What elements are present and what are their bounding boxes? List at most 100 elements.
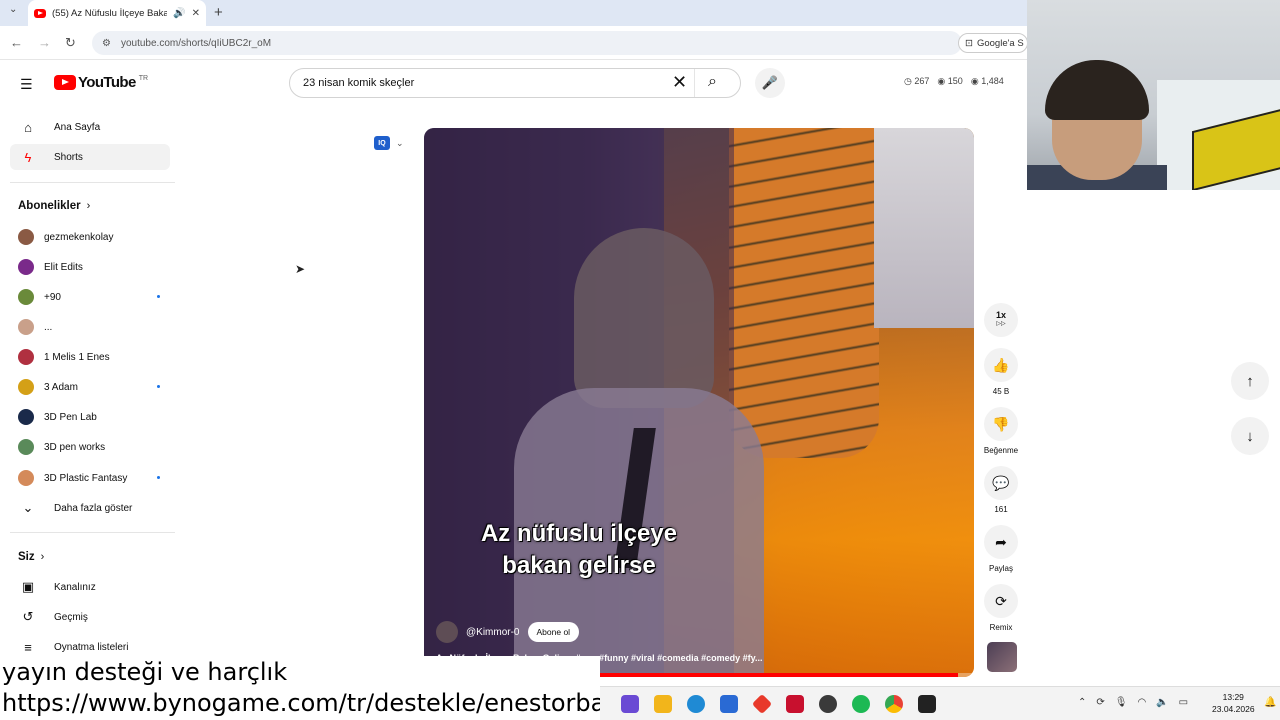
- extension-badge[interactable]: IQ ⌄: [374, 136, 404, 150]
- mcafee-icon[interactable]: [786, 695, 804, 713]
- lens-label: Google'a S: [976, 37, 1024, 49]
- comment-count: 161: [994, 505, 1008, 514]
- app-diamond-icon[interactable]: [751, 693, 773, 715]
- channel-name[interactable]: @Kimmor-0: [466, 627, 520, 638]
- forward-icon[interactable]: →: [38, 35, 51, 50]
- share-button[interactable]: ➦ Paylaş: [983, 525, 1019, 573]
- avatar: [18, 349, 34, 365]
- subscription-item[interactable]: 3D pen works: [10, 435, 170, 459]
- remix-button[interactable]: ⟳ Remix: [983, 584, 1019, 632]
- lens-icon: ⊡: [965, 37, 973, 49]
- like-button[interactable]: 👍 45 B: [983, 348, 1019, 396]
- mouse-cursor-icon: ➤: [295, 262, 306, 276]
- share-label: Paylaş: [988, 564, 1013, 573]
- channel-info: @Kimmor-0 Abone ol: [436, 621, 580, 643]
- sidebar-item-shorts[interactable]: ϟ Shorts: [10, 144, 170, 170]
- epic-games-icon[interactable]: [918, 695, 936, 713]
- store-icon[interactable]: [720, 695, 738, 713]
- search-divider: [694, 69, 695, 97]
- comment-icon: 💬: [984, 466, 1018, 500]
- chevron-right-icon: ›: [86, 200, 91, 212]
- tab-search-icon[interactable]: ⌄: [9, 4, 17, 15]
- subscription-item[interactable]: ...: [10, 315, 170, 339]
- subscription-item[interactable]: Elit Edits: [10, 255, 170, 279]
- subscription-item[interactable]: +90: [10, 285, 170, 309]
- subscription-item[interactable]: 3D Pen Lab: [10, 405, 170, 429]
- dislike-button[interactable]: 👎 Beğenme: [983, 407, 1019, 455]
- donation-text: yayın desteği ve harçlık: [2, 658, 288, 686]
- stat-1: ◷ 267: [904, 76, 930, 86]
- teams-icon[interactable]: [621, 695, 639, 713]
- search-icon[interactable]: ⌕: [708, 73, 717, 91]
- next-short-button[interactable]: ↓: [1231, 417, 1269, 455]
- comments-button[interactable]: 💬 161: [983, 466, 1019, 514]
- search-input[interactable]: 23 nisan komik skeçler ✕ ⌕: [289, 68, 741, 98]
- tab-close-icon[interactable]: ✕: [192, 8, 200, 19]
- edge-icon[interactable]: [687, 695, 705, 713]
- clear-search-icon[interactable]: ✕: [672, 72, 687, 93]
- channel-avatar[interactable]: [436, 621, 458, 643]
- menu-icon[interactable]: ☰: [20, 76, 33, 93]
- home-icon: ⌂: [24, 119, 32, 135]
- new-content-dot: [157, 385, 160, 388]
- iq-extension-icon: IQ: [374, 136, 390, 150]
- eye-icon: ◉: [937, 76, 946, 86]
- stat-2: ◉ 150: [937, 76, 963, 86]
- webcam-overlay: [1027, 0, 1280, 190]
- microphone-icon[interactable]: 🎙: [1115, 697, 1128, 708]
- thumbs-up-icon: 👍: [984, 348, 1018, 382]
- site-info-icon[interactable]: ⚙: [102, 38, 111, 49]
- reload-icon[interactable]: ↻: [65, 35, 76, 51]
- youtube-favicon-icon: [34, 8, 46, 18]
- avatar: [18, 259, 34, 275]
- browser-tab[interactable]: (55) Az Nüfuslu İlçeye Bakan 🔊 ✕: [28, 0, 206, 26]
- notification-bell-icon[interactable]: 🔔: [1264, 697, 1276, 708]
- sidebar-item-your-channel[interactable]: ▣ Kanalınız: [10, 574, 170, 600]
- back-icon[interactable]: ←: [10, 35, 23, 50]
- speed-button[interactable]: 1x ▷▷: [983, 303, 1019, 337]
- subscribe-button[interactable]: Abone ol: [527, 622, 580, 642]
- remix-label: Remix: [989, 623, 1013, 632]
- show-more-button[interactable]: ⌄ Daha fazla göster: [10, 495, 170, 521]
- tab-title: (55) Az Nüfuslu İlçeye Bakan: [52, 7, 168, 19]
- sync-icon[interactable]: ⟳: [1096, 697, 1104, 708]
- sound-thumbnail[interactable]: [987, 642, 1017, 672]
- shorts-video-player[interactable]: Az nüfuslu ilçeye bakan gelirse @Kimmor-…: [424, 128, 974, 677]
- video-caption: Az nüfuslu ilçeye bakan gelirse: [480, 520, 678, 579]
- windows-taskbar: ⌃ ⟳ 🎙 ◠ 🔈 ▭ 13:29 23.04.2026 🔔: [600, 686, 1280, 720]
- avatar: [18, 439, 34, 455]
- file-explorer-icon[interactable]: [654, 695, 672, 713]
- show-more-label: Daha fazla göster: [54, 502, 133, 514]
- stats-badge: ◷ 267 ◉ 150 ◉ 1,484: [904, 76, 1004, 87]
- youtube-logo[interactable]: YouTube TR: [54, 74, 148, 91]
- subscription-item[interactable]: gezmekenkolay: [10, 225, 170, 249]
- stream-donation-overlay: yayın desteği ve harçlık https://www.byn…: [0, 656, 605, 720]
- app-globe-icon[interactable]: [819, 695, 837, 713]
- avatar: [18, 409, 34, 425]
- speed-control: 1x ▷▷: [984, 303, 1018, 337]
- volume-icon[interactable]: 🔈: [1156, 697, 1168, 708]
- tab-audio-icon[interactable]: 🔊: [173, 8, 185, 19]
- sidebar-item-label: Shorts: [54, 151, 83, 163]
- google-lens-button[interactable]: ⊡ Google'a S: [958, 33, 1028, 53]
- share-icon: ➦: [984, 525, 1018, 559]
- taskbar-clock[interactable]: 13:29 23.04.2026: [1212, 691, 1255, 715]
- voice-search-icon[interactable]: 🎤: [755, 68, 785, 98]
- sidebar-item-home[interactable]: ⌂ Ana Sayfa: [10, 114, 170, 140]
- previous-short-button[interactable]: ↑: [1231, 362, 1269, 400]
- subscription-item[interactable]: 3 Adam: [10, 375, 170, 399]
- subscription-item[interactable]: 1 Melis 1 Enes: [10, 345, 170, 369]
- subscriptions-heading[interactable]: Abonelikler ›: [18, 200, 90, 212]
- new-tab-button[interactable]: +: [214, 4, 223, 21]
- avatar: [18, 379, 34, 395]
- subscription-item[interactable]: 3D Plastic Fantasy: [10, 466, 170, 490]
- url-bar[interactable]: ⚙ youtube.com/shorts/qIiUBC2r_oM: [92, 31, 962, 55]
- you-heading[interactable]: Siz ›: [18, 551, 44, 563]
- battery-icon[interactable]: ▭: [1179, 697, 1188, 708]
- spotify-icon[interactable]: [852, 695, 870, 713]
- sidebar-item-history[interactable]: ↺ Geçmiş: [10, 604, 170, 630]
- chrome-icon[interactable]: [885, 695, 903, 713]
- shorts-icon: ϟ: [24, 149, 32, 165]
- chevron-up-icon[interactable]: ⌃: [1078, 697, 1086, 708]
- wifi-icon[interactable]: ◠: [1137, 697, 1146, 708]
